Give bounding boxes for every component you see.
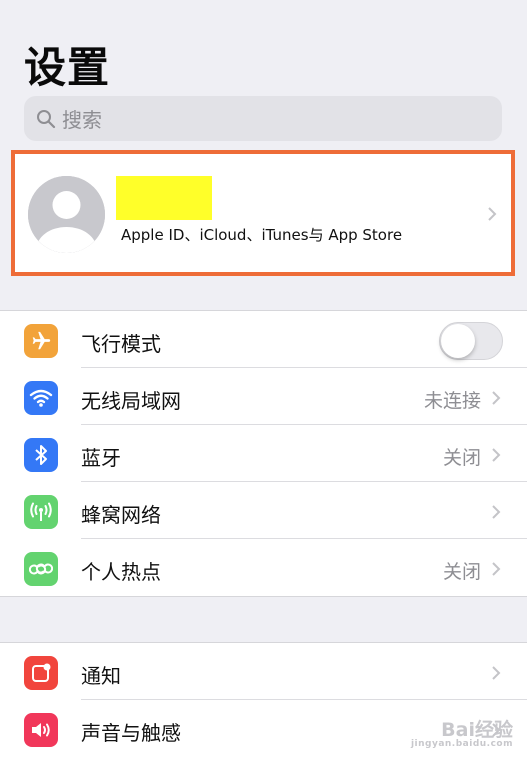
sounds-icon — [24, 713, 58, 747]
bluetooth-label: 蓝牙 — [81, 446, 121, 470]
profile-highlight-frame: Apple ID、iCloud、iTunes与 App Store — [11, 150, 515, 276]
airplane-mode-row[interactable]: 飞行模式 — [0, 311, 527, 368]
hotspot-label: 个人热点 — [81, 560, 161, 584]
baidu-watermark: Bai经验 jingyan.baidu.com — [411, 715, 513, 749]
wifi-icon — [24, 381, 58, 415]
bluetooth-icon — [24, 438, 58, 472]
chevron-right-icon — [492, 562, 501, 576]
chevron-right-icon — [492, 448, 501, 462]
page-title: 设置 — [24, 43, 111, 92]
notifications-icon — [24, 656, 58, 690]
cellular-icon — [24, 495, 58, 529]
apple-id-row[interactable]: Apple ID、iCloud、iTunes与 App Store — [15, 154, 511, 272]
hotspot-row[interactable]: 个人热点 关闭 — [0, 539, 527, 596]
search-bar[interactable]: 搜索 — [24, 96, 502, 141]
chevron-right-icon — [492, 666, 501, 680]
search-placeholder: 搜索 — [62, 108, 102, 132]
chevron-right-icon — [492, 505, 501, 519]
apple-id-subtitle: Apple ID、iCloud、iTunes与 App Store — [121, 226, 403, 244]
chevron-right-icon — [488, 207, 497, 221]
airplane-icon — [24, 324, 58, 358]
watermark-subtext: jingyan.baidu.com — [410, 739, 513, 749]
bluetooth-status: 关闭 — [442, 447, 481, 469]
notifications-label: 通知 — [81, 664, 121, 688]
wifi-label: 无线局域网 — [81, 389, 181, 413]
notifications-row[interactable]: 通知 — [0, 643, 527, 700]
chevron-right-icon — [492, 391, 501, 405]
airplane-mode-label: 飞行模式 — [81, 332, 161, 356]
cellular-row[interactable]: 蜂窝网络 — [0, 482, 527, 539]
watermark-text: Bai经验 — [441, 719, 513, 741]
bluetooth-row[interactable]: 蓝牙 关闭 — [0, 425, 527, 482]
hotspot-status: 关闭 — [442, 561, 481, 583]
wifi-row[interactable]: 无线局域网 未连接 — [0, 368, 527, 425]
airplane-mode-toggle[interactable] — [439, 322, 503, 360]
hotspot-icon — [24, 552, 58, 586]
cellular-label: 蜂窝网络 — [81, 503, 161, 527]
sounds-label: 声音与触感 — [81, 721, 181, 745]
wifi-status: 未连接 — [423, 390, 481, 412]
connectivity-group: 飞行模式 无线局域网 未连接 蓝牙 关闭 蜂窝网络 个人热点 关闭 — [0, 310, 527, 597]
avatar — [28, 176, 105, 253]
avatar-silhouette-icon — [28, 176, 105, 253]
search-icon — [37, 109, 56, 128]
redacted-name — [116, 176, 212, 220]
